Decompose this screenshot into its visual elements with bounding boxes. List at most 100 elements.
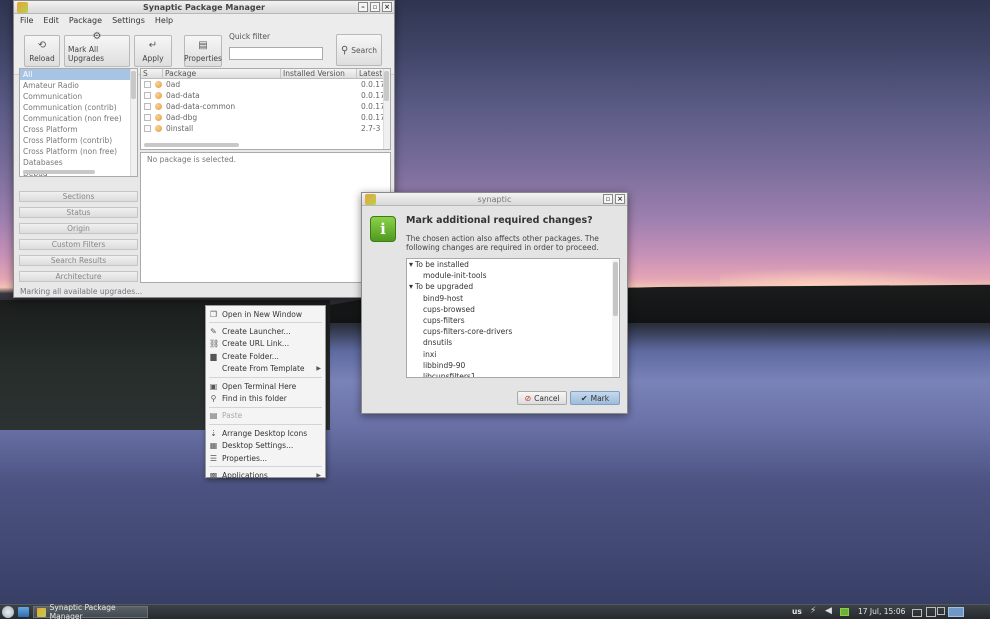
workspace-4-icon[interactable] — [948, 607, 964, 617]
custom-filters-button[interactable]: Custom Filters — [19, 239, 138, 250]
category-item[interactable]: Communication (non free) — [20, 113, 137, 124]
maximize-button[interactable]: ▫ — [370, 2, 380, 12]
category-item[interactable]: Communication (contrib) — [20, 102, 137, 113]
menu-item[interactable]: ▣ Open Terminal Here — [206, 380, 325, 392]
quick-filter-input[interactable] — [229, 47, 323, 60]
category-hscroll[interactable] — [23, 170, 95, 174]
menu-item[interactable]: Create From Template ▶ — [206, 363, 325, 375]
menu-item[interactable]: ⇣ Arrange Desktop Icons — [206, 427, 325, 439]
changes-group[interactable]: To be upgraded — [407, 281, 619, 292]
search-icon: ⚲ — [340, 44, 349, 56]
synaptic-window[interactable]: Synaptic Package Manager – ▫ × File Edit… — [13, 0, 395, 298]
column-installed-version[interactable]: Installed Version — [281, 69, 357, 78]
package-table-scrollbar[interactable] — [383, 69, 390, 149]
sections-button[interactable]: Sections — [19, 191, 138, 202]
changes-scrollbar[interactable] — [612, 260, 618, 377]
search-results-button[interactable]: Search Results — [19, 255, 138, 266]
column-package[interactable]: Package — [163, 69, 281, 78]
list-item[interactable]: module-init-tools — [407, 270, 619, 281]
list-item[interactable]: libcupsfilters1 — [407, 371, 619, 377]
apply-button[interactable]: ↵ Apply — [134, 34, 172, 67]
volume-icon[interactable]: ◀ — [825, 606, 834, 616]
workspace-1-icon[interactable] — [912, 609, 922, 617]
category-list[interactable]: All Amateur Radio Communication Communic… — [19, 68, 138, 177]
table-row[interactable]: 0ad 0.0.17 — [141, 79, 390, 90]
origin-button[interactable]: Origin — [19, 223, 138, 234]
dialog-close-button[interactable]: × — [615, 194, 625, 204]
table-row[interactable]: 0ad-dbg 0.0.17 — [141, 112, 390, 123]
dialog-titlebar[interactable]: synaptic ▫ × — [362, 193, 627, 206]
menu-item[interactable]: ✎ Create Launcher... — [206, 325, 325, 337]
mark-changes-dialog[interactable]: synaptic ▫ × i Mark additional required … — [361, 192, 628, 414]
changes-group[interactable]: To be installed — [407, 259, 619, 270]
list-item[interactable]: cups-filters-core-drivers — [407, 326, 619, 337]
menu-item[interactable]: ▩ Applications ▶ — [206, 469, 325, 481]
taskbar-task-synaptic[interactable]: Synaptic Package Manager — [33, 603, 148, 619]
synaptic-title: Synaptic Package Manager — [143, 3, 265, 12]
package-checkbox[interactable] — [144, 92, 151, 99]
cancel-button[interactable]: ⊘ Cancel — [517, 391, 567, 405]
category-item[interactable]: Cross Platform — [20, 124, 137, 135]
table-row[interactable]: 0install 2.7-3 — [141, 123, 390, 134]
magnifier-icon: ⚲ — [210, 394, 217, 404]
status-button[interactable]: Status — [19, 207, 138, 218]
list-item[interactable]: inxi — [407, 349, 619, 360]
list-item[interactable]: cups-browsed — [407, 304, 619, 315]
workspace-3-icon[interactable] — [937, 607, 945, 615]
network-icon[interactable]: ⚡ — [810, 606, 819, 616]
battery-icon[interactable] — [840, 608, 849, 616]
menu-item[interactable]: ▆ Create Folder... — [206, 350, 325, 362]
list-item[interactable]: bind9-host — [407, 293, 619, 304]
minimize-button[interactable]: – — [358, 2, 368, 12]
workspace-2-icon[interactable] — [926, 607, 936, 617]
changes-list[interactable]: To be installed module-init-tools To be … — [406, 258, 620, 378]
menu-package[interactable]: Package — [69, 14, 102, 27]
package-checkbox[interactable] — [144, 81, 151, 88]
menu-settings[interactable]: Settings — [112, 14, 145, 27]
menu-item[interactable]: ⛓ Create URL Link... — [206, 338, 325, 350]
list-item[interactable]: libbind9-90 — [407, 360, 619, 371]
category-item[interactable]: Amateur Radio — [20, 80, 137, 91]
table-row[interactable]: 0ad-data 0.0.17 — [141, 90, 390, 101]
menu-item[interactable]: ⚲ Find in this folder — [206, 392, 325, 404]
menu-file[interactable]: File — [20, 14, 33, 27]
package-checkbox[interactable] — [144, 103, 151, 110]
clock[interactable]: 17 Jul, 15:06 — [858, 607, 905, 616]
desktop-context-menu[interactable]: ❐ Open in New Window ✎ Create Launcher... ⛓ C… — [205, 305, 326, 481]
list-item[interactable]: dnsutils — [407, 337, 619, 348]
package-checkbox[interactable] — [144, 125, 151, 132]
quick-filter-label: Quick filter — [229, 32, 271, 41]
mark-all-upgrades-button[interactable]: ⚙ Mark All Upgrades — [64, 31, 130, 67]
show-desktop-icon[interactable] — [18, 607, 29, 617]
package-checkbox[interactable] — [144, 114, 151, 121]
keyboard-layout-indicator[interactable]: us — [792, 607, 802, 616]
architecture-button[interactable]: Architecture — [19, 271, 138, 282]
gear-icon: ⚙ — [92, 30, 102, 42]
menu-item-label: Open in New Window — [222, 309, 302, 319]
menu-item[interactable]: ❐ Open in New Window — [206, 308, 325, 320]
menu-item[interactable]: ☰ Properties... — [206, 452, 325, 464]
package-table[interactable]: S Package Installed Version Latest 0ad 0… — [140, 68, 391, 150]
category-item[interactable]: Communication — [20, 91, 137, 102]
menu-item[interactable]: ▦ Desktop Settings... — [206, 440, 325, 452]
category-item[interactable]: Cross Platform (non free) — [20, 146, 137, 157]
list-item[interactable]: cups-filters — [407, 315, 619, 326]
category-scrollbar[interactable] — [130, 69, 137, 176]
table-row[interactable]: 0ad-data-common 0.0.17 — [141, 101, 390, 112]
package-table-hscroll[interactable] — [144, 143, 239, 147]
menu-help[interactable]: Help — [155, 14, 173, 27]
start-menu-icon[interactable] — [2, 606, 14, 618]
column-status[interactable]: S — [141, 69, 163, 78]
menu-item[interactable]: ▤ Paste — [206, 410, 325, 422]
mark-button[interactable]: ✔ Mark — [570, 391, 620, 405]
reload-button[interactable]: ⟲ Reload — [24, 34, 60, 67]
properties-button[interactable]: ▤ Properties — [184, 34, 222, 67]
menu-edit[interactable]: Edit — [43, 14, 59, 27]
close-button[interactable]: × — [382, 2, 392, 12]
search-button[interactable]: ⚲ Search — [336, 34, 382, 66]
synaptic-titlebar[interactable]: Synaptic Package Manager – ▫ × — [14, 1, 394, 14]
category-item[interactable]: All — [20, 69, 137, 80]
dialog-maximize-button[interactable]: ▫ — [603, 194, 613, 204]
category-item[interactable]: Databases — [20, 157, 137, 168]
category-item[interactable]: Cross Platform (contrib) — [20, 135, 137, 146]
